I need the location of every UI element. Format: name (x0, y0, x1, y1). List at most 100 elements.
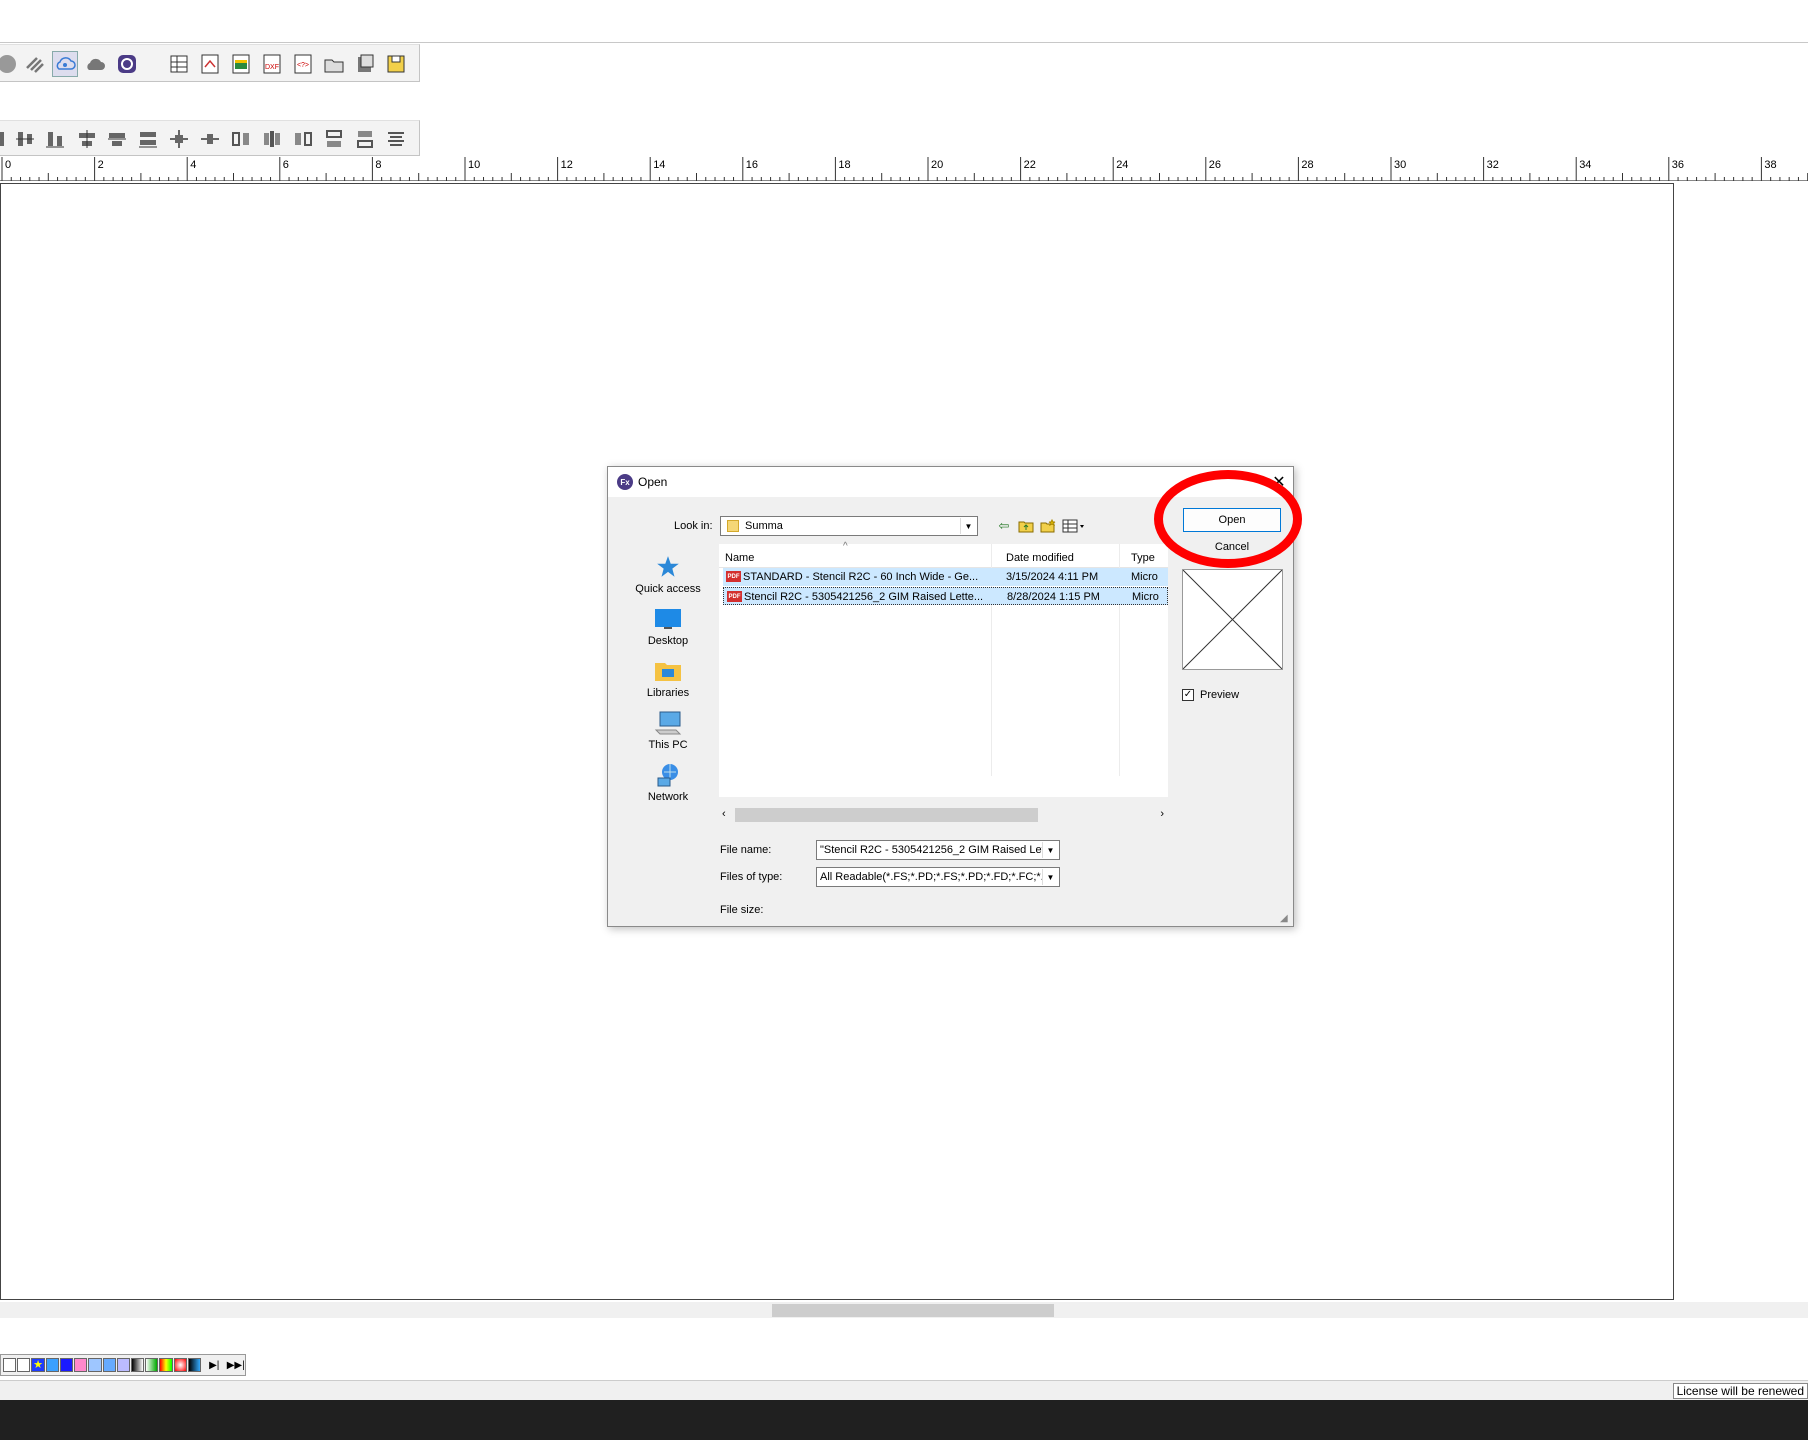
look-in-value: Summa (745, 520, 783, 532)
place-label: Network (647, 791, 689, 803)
ruler-label: 4 (190, 159, 196, 171)
align-bottom-icon[interactable] (42, 126, 68, 152)
cloud-icon[interactable] (82, 51, 108, 77)
resize-grip-icon[interactable]: ◢ (1280, 913, 1288, 924)
swatch-pattern-5[interactable] (102, 1358, 116, 1372)
open-folder-icon[interactable] (321, 51, 347, 77)
swatch-pattern-2[interactable] (59, 1358, 74, 1372)
palette-last-icon[interactable]: ▶▶| (226, 1357, 245, 1373)
swatch-gradient-green[interactable] (145, 1358, 159, 1372)
distribute-middle-icon[interactable] (352, 126, 378, 152)
file-type: Micro (1132, 591, 1159, 603)
layers-icon[interactable] (22, 51, 48, 77)
ruler-label: 8 (375, 159, 381, 171)
table-icon[interactable] (166, 51, 192, 77)
ruler-label: 28 (1301, 159, 1313, 171)
ruler-label: 2 (98, 159, 104, 171)
ruler-label: 26 (1209, 159, 1221, 171)
view-menu-icon[interactable] (1061, 517, 1089, 535)
copy-page-icon[interactable] (352, 51, 378, 77)
swatch-gradient-blue[interactable] (187, 1358, 202, 1372)
center-cross-icon[interactable] (166, 126, 192, 152)
file-list-horizontal-scrollbar[interactable]: ‹ › (719, 806, 1168, 823)
scroll-right-icon[interactable]: › (1160, 808, 1164, 820)
ruler-label: 12 (561, 159, 573, 171)
save-icon[interactable] (383, 51, 409, 77)
place-label: Libraries (646, 687, 690, 699)
canvas-scroll-thumb[interactable] (772, 1304, 1054, 1317)
place-libraries[interactable]: Libraries (628, 657, 708, 699)
file-row[interactable]: PDF Stencil R2C - 5305421256_2 GIM Raise… (723, 587, 1168, 605)
cloud-sync-icon[interactable] (52, 51, 78, 77)
ruler-label: 32 (1487, 159, 1499, 171)
distribute-center-icon[interactable] (259, 126, 285, 152)
chevron-down-icon[interactable]: ▼ (960, 518, 976, 534)
distribute-left-icon[interactable] (228, 126, 254, 152)
align-middle-icon[interactable] (104, 126, 130, 152)
swatch-gradient-rainbow[interactable] (159, 1358, 173, 1372)
file-date: 3/15/2024 4:11 PM (1006, 571, 1099, 583)
ruler-label: 36 (1672, 159, 1684, 171)
up-folder-icon[interactable] (1017, 517, 1035, 535)
files-of-type-label: Files of type: (720, 871, 783, 883)
export-pdf-icon[interactable]: DXF (259, 51, 285, 77)
distribute-bottom-icon[interactable] (383, 126, 409, 152)
window-top-border (0, 42, 1808, 43)
star-icon[interactable]: ★ (31, 1358, 45, 1372)
ruler-label: 10 (468, 159, 480, 171)
status-bar (0, 1380, 1808, 1400)
swatch-none[interactable] (3, 1358, 17, 1372)
ruler-label: 34 (1579, 159, 1591, 171)
file-list-scroll-thumb[interactable] (735, 808, 1038, 822)
preview-checkbox[interactable]: ✓ (1182, 689, 1194, 701)
place-this-pc[interactable]: This PC (628, 709, 708, 751)
new-folder-icon[interactable] (1039, 517, 1057, 535)
file-list[interactable]: ^ Name Date modified Type PDF STANDARD -… (719, 541, 1168, 797)
column-header-date[interactable]: Date modified (1006, 552, 1074, 564)
preview-label: Preview (1200, 689, 1240, 701)
back-arrow-icon[interactable]: ⇦ (995, 517, 1013, 535)
svg-text:DXF: DXF (265, 64, 279, 71)
files-of-type-dropdown[interactable]: All Readable(*.FS;*.PD;*.FS;*.PD;*.FD;*.… (816, 867, 1060, 887)
column-header-type[interactable]: Type (1131, 552, 1155, 564)
ruler-label: 0 (5, 159, 11, 171)
navigation-icons: ⇦ (995, 517, 1089, 535)
swatch-pattern-1[interactable] (45, 1358, 59, 1372)
swatch-gradient-red[interactable] (173, 1358, 187, 1372)
export-image-icon[interactable] (197, 51, 223, 77)
chevron-down-icon[interactable]: ▼ (1042, 842, 1058, 858)
palette-next-icon[interactable]: ▶| (202, 1357, 226, 1373)
file-date: 8/28/2024 1:15 PM (1007, 591, 1100, 603)
export-xml-icon[interactable]: <?> (290, 51, 316, 77)
swatch-gradient-gray[interactable] (130, 1358, 145, 1372)
export-color-icon[interactable] (228, 51, 254, 77)
place-label: Desktop (647, 635, 689, 647)
place-desktop[interactable]: Desktop (628, 605, 708, 647)
file-name-input[interactable]: "Stencil R2C - 5305421256_2 GIM Raised L… (816, 840, 1060, 860)
file-row[interactable]: PDF STANDARD - Stencil R2C - 60 Inch Wid… (723, 568, 1168, 586)
look-in-dropdown[interactable]: Summa ▼ (720, 516, 978, 536)
circle-tool-icon[interactable] (0, 51, 20, 77)
align-stack-icon[interactable] (135, 126, 161, 152)
align-center-vertical-icon[interactable] (12, 126, 38, 152)
network-icon (654, 761, 682, 789)
swatch-pattern-3[interactable] (74, 1358, 88, 1372)
align-top-icon[interactable] (74, 126, 100, 152)
app-settings-icon[interactable] (114, 51, 140, 77)
distribute-right-icon[interactable] (290, 126, 316, 152)
column-header-name[interactable]: Name (725, 552, 754, 564)
center-horizontal-icon[interactable] (197, 126, 223, 152)
distribute-top-icon[interactable] (321, 126, 347, 152)
place-network[interactable]: Network (628, 761, 708, 803)
swatch-pattern-4[interactable] (88, 1358, 102, 1372)
swatch-pattern-6[interactable] (116, 1358, 130, 1372)
horizontal-ruler: 0 2 4 6 8 10 12 14 16 18 20 22 24 26 28 30 32 34 36 38 (0, 157, 1808, 181)
ruler-label: 38 (1764, 159, 1776, 171)
swatch-crossed[interactable] (17, 1358, 31, 1372)
chevron-down-icon[interactable]: ▼ (1042, 869, 1058, 885)
place-quick-access[interactable]: Quick access (628, 553, 708, 595)
file-name: Stencil R2C - 5305421256_2 GIM Raised Le… (744, 591, 984, 603)
desktop-icon (654, 605, 682, 633)
no-preview-icon (1182, 569, 1283, 670)
scroll-left-icon[interactable]: ‹ (722, 808, 726, 820)
